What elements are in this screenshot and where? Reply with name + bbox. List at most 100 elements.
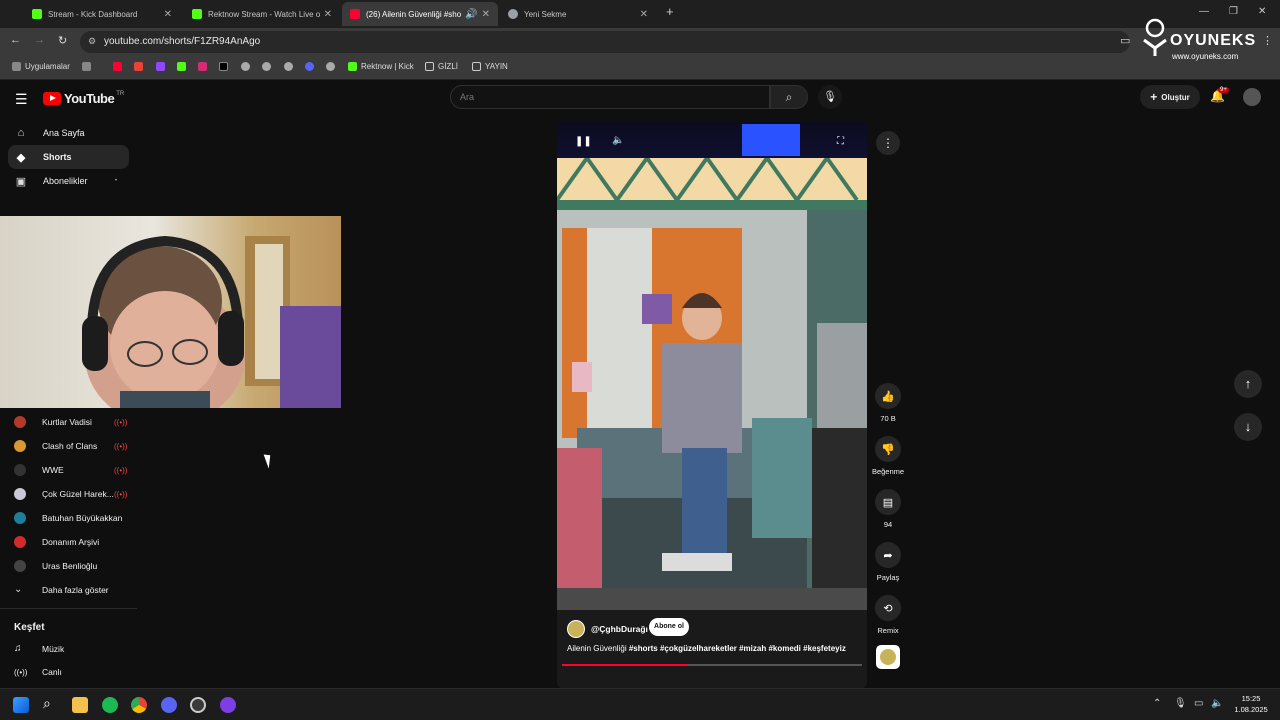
search-icon[interactable]: ⌕ [43, 695, 51, 712]
tab-kick-dashboard[interactable]: Stream - Kick Dashboard ✕ [24, 2, 180, 26]
speaker-icon[interactable]: 🔈 [1211, 698, 1223, 709]
remix-button[interactable]: ⟲ Remix [870, 595, 906, 635]
search-input[interactable]: Ara [450, 85, 770, 109]
windows-start-icon[interactable] [13, 697, 29, 713]
sidebar-item-home[interactable]: ⌂ Ana Sayfa [8, 121, 129, 145]
more-options-icon[interactable]: ⋮ [876, 131, 900, 155]
sidebar-item-shorts[interactable]: ◆ Shorts [8, 145, 129, 169]
taskbar-clock[interactable]: 15:25 1.08.2025 [1226, 693, 1276, 715]
tab-rektnow-stream[interactable]: Rektnow Stream - Watch Live o ✕ [184, 2, 340, 26]
bookmark-instagram[interactable] [198, 62, 211, 71]
sound-thumbnail[interactable] [876, 645, 900, 669]
subscription-cok-guzel-hareketler[interactable]: Çok Güzel Harek... ((•)) [14, 488, 127, 500]
comments-button[interactable]: ▤ 94 [870, 489, 906, 529]
site-info-icon[interactable]: ⚙ [88, 36, 96, 47]
microphone-icon[interactable]: 🎙 [1174, 698, 1187, 709]
app-icon[interactable] [220, 697, 236, 713]
subscriptions-icon: ▣ [15, 175, 27, 188]
bookmark-youtube[interactable] [113, 62, 126, 71]
channel-avatar [14, 440, 26, 452]
bookmark-folder-yayin[interactable]: YAYIN [472, 62, 508, 71]
close-icon[interactable]: ✕ [482, 9, 490, 20]
share-button[interactable]: ➦ Paylaş [870, 542, 906, 582]
cast-icon[interactable]: ▭ [1120, 34, 1130, 47]
forward-icon[interactable]: → [34, 34, 45, 46]
like-button[interactable]: 👍 70 B [870, 383, 906, 423]
hamburger-menu-icon[interactable]: ☰ [15, 91, 28, 108]
volume-icon[interactable]: 🔈 [612, 135, 624, 146]
fullscreen-icon[interactable]: ⛶ [837, 136, 844, 147]
subscription-kurtlar-vadisi[interactable]: Kurtlar Vadisi ((•)) [14, 416, 127, 428]
speaker-icon[interactable]: 🔊 [465, 9, 477, 20]
live-icon: ((•)) [114, 465, 128, 475]
file-explorer-icon[interactable] [72, 697, 88, 713]
channel-label: Çok Güzel Harek... [42, 489, 114, 499]
address-bar[interactable]: ⚙ youtube.com/shorts/F1ZR94AnAgo [80, 31, 1130, 53]
spotify-icon[interactable] [102, 697, 118, 713]
bookmark-site-5[interactable] [326, 62, 339, 71]
back-icon[interactable]: ← [10, 34, 21, 46]
sidebar-item-live[interactable]: ((•)) Canlı [14, 667, 62, 677]
subscription-uras-benlioglu[interactable]: Uras Benlioğlu [14, 560, 97, 572]
youtube-logo[interactable]: YouTube TR [43, 90, 124, 106]
sidebar-item-music[interactable]: ♫ Müzik [14, 643, 64, 654]
bookmark-apps[interactable]: Uygulamalar [12, 62, 70, 71]
tab-title: Rektnow Stream - Watch Live o [208, 9, 320, 19]
bookmark-folder-gizli[interactable]: GİZLİ [425, 62, 458, 71]
bookmark-site-4[interactable] [305, 62, 318, 71]
subscription-batuhan-buyukakkan[interactable]: Batuhan Büyükakkan [14, 512, 122, 524]
channel-label: Uras Benlioğlu [42, 561, 98, 571]
sidebar-item-subscriptions[interactable]: ▣ Abonelikler • [8, 169, 129, 193]
obs-icon[interactable] [190, 697, 206, 713]
music-icon: ♫ [14, 643, 22, 654]
globe-icon [262, 62, 271, 71]
channel-avatar [14, 536, 26, 548]
bookmark-rektnow-kick[interactable]: Rektnow | Kick [348, 62, 414, 71]
minimize-icon[interactable]: — [1199, 6, 1209, 17]
account-avatar[interactable] [1243, 88, 1261, 106]
restore-icon[interactable]: ❐ [1229, 6, 1238, 17]
subscription-donanim-arsivi[interactable]: Donanım Arşivi [14, 536, 99, 548]
chrome-icon[interactable] [131, 697, 147, 713]
caption-hashtags[interactable]: #shorts #çokgüzelhareketler #mizah #kome… [629, 644, 846, 653]
subscription-wwe[interactable]: WWE ((•)) [14, 464, 127, 476]
show-more-button[interactable]: ⌄ Daha fazla göster [14, 584, 109, 595]
channel-name[interactable]: @ÇghbDurağı [591, 624, 648, 634]
close-icon[interactable]: ✕ [164, 9, 172, 20]
channel-avatar[interactable] [567, 620, 585, 638]
bookmark-x[interactable] [219, 62, 232, 71]
tab-youtube-short[interactable]: (26) Ailenin Güvenliği #shor 🔊 ✕ [342, 2, 498, 26]
like-icon: 👍 [875, 383, 901, 409]
search-placeholder: Ara [460, 92, 475, 102]
voice-search-button[interactable]: 🎙 [818, 85, 842, 109]
shorts-player[interactable]: ❚❚ 🔈 ⛶ @ÇghbDurağı Abone ol Ailenin Güve… [557, 122, 867, 688]
tray-chevron-icon[interactable]: ⌃ [1153, 698, 1161, 709]
dislike-button[interactable]: 👎 Beğenme [870, 436, 906, 476]
bookmark-twitch[interactable] [156, 62, 169, 71]
pause-icon[interactable]: ❚❚ [575, 136, 592, 147]
bookmark-gmail[interactable] [134, 62, 147, 71]
reload-icon[interactable]: ↻ [58, 34, 67, 47]
close-icon[interactable]: ✕ [640, 9, 648, 20]
subscribe-button[interactable]: Abone ol [649, 618, 689, 636]
progress-bar[interactable] [562, 664, 862, 666]
display-icon[interactable]: ▭ [1194, 698, 1203, 709]
subscription-clash-of-clans[interactable]: Clash of Clans ((•)) [14, 440, 127, 452]
bookmark-label: YAYIN [485, 62, 508, 71]
next-short-button[interactable]: ↓ [1234, 413, 1262, 441]
create-button[interactable]: + Oluştur [1140, 85, 1200, 109]
discord-icon[interactable] [161, 697, 177, 713]
bookmark-site-3[interactable] [284, 62, 297, 71]
close-icon[interactable]: ✕ [324, 9, 332, 20]
search-button[interactable]: ⌕ [770, 85, 808, 109]
tab-new-tab[interactable]: Yeni Sekme ✕ [500, 2, 656, 26]
previous-short-button[interactable]: ↑ [1234, 370, 1262, 398]
bookmark-grid[interactable] [82, 62, 95, 71]
bookmark-kick[interactable] [177, 62, 190, 71]
close-window-icon[interactable]: ✕ [1258, 6, 1266, 17]
new-tab-icon[interactable]: + [666, 4, 674, 19]
bookmark-site-2[interactable] [262, 62, 275, 71]
grid-icon [82, 62, 91, 71]
bookmark-site-1[interactable] [241, 62, 254, 71]
short-caption[interactable]: Ailenin Güvenliği #shorts #çokgüzelharek… [567, 644, 862, 653]
